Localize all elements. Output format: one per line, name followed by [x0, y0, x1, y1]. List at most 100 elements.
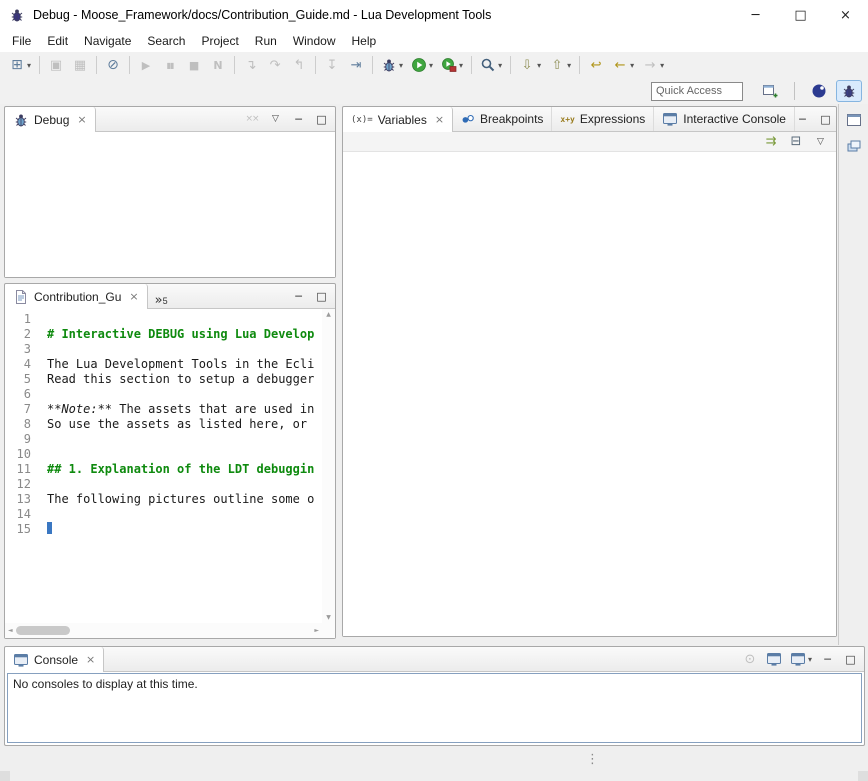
- tab-breakpoints[interactable]: Breakpoints: [453, 107, 552, 131]
- resume-button[interactable]: ▶: [135, 53, 157, 77]
- next-annotation-button[interactable]: ⇩▾: [516, 53, 544, 77]
- maximize-button[interactable]: □: [778, 0, 823, 30]
- use-step-filters-button[interactable]: ⇥: [345, 53, 367, 77]
- open-perspective-icon: [762, 83, 778, 99]
- close-button[interactable]: ×: [823, 0, 868, 30]
- open-perspective-button[interactable]: [757, 80, 783, 102]
- dropdown-icon[interactable]: ▾: [660, 61, 664, 70]
- search-button[interactable]: ▾: [477, 53, 505, 77]
- save-button[interactable]: ▣: [45, 53, 67, 77]
- hidden-editors-button[interactable]: »5: [148, 284, 175, 308]
- run-button[interactable]: ▾: [408, 53, 436, 77]
- variables-tabs: (x)=Variables×Breakpointsx+yExpressionsI…: [343, 107, 795, 131]
- dropdown-icon[interactable]: ▾: [399, 61, 403, 70]
- dropdown-icon[interactable]: ▾: [537, 61, 541, 70]
- dropdown-icon[interactable]: ▾: [27, 61, 31, 70]
- remove-all-terminated-button[interactable]: ××: [244, 109, 260, 129]
- resize-grip-right[interactable]: [858, 771, 868, 781]
- collapse-all-icon: ⊟: [788, 134, 804, 149]
- maximize-view-button[interactable]: □: [314, 286, 329, 306]
- maximize-view-button[interactable]: □: [843, 649, 858, 669]
- scroll-left-icon[interactable]: ◄: [8, 627, 13, 634]
- minimize-button[interactable]: ─: [733, 0, 778, 30]
- dropdown-icon[interactable]: ▾: [630, 61, 634, 70]
- menu-file[interactable]: File: [4, 32, 39, 50]
- status-bar-grip[interactable]: ⋮: [586, 752, 599, 767]
- view-menu-button[interactable]: ▽: [813, 132, 828, 152]
- editor-vertical-scrollbar[interactable]: ▲ ▼: [322, 309, 335, 623]
- menu-navigate[interactable]: Navigate: [76, 32, 139, 50]
- code-line-7: **Note:** The assets that are used in: [47, 402, 322, 417]
- quick-access-input[interactable]: [651, 82, 743, 101]
- disconnect-button[interactable]: N: [207, 53, 229, 77]
- menu-project[interactable]: Project: [193, 32, 246, 50]
- maximize-view-button[interactable]: □: [818, 109, 833, 129]
- maximize-view-button[interactable]: □: [314, 109, 329, 129]
- dropdown-icon[interactable]: ▾: [808, 655, 812, 664]
- hidden-editors-count: 5: [163, 296, 168, 306]
- back-button[interactable]: ←▾: [609, 53, 637, 77]
- menu-window[interactable]: Window: [285, 32, 344, 50]
- resize-grip-left[interactable]: [0, 771, 10, 781]
- scrollbar-thumb[interactable]: [16, 626, 70, 635]
- new-wizard-button[interactable]: ⊞▾: [6, 53, 34, 77]
- collapse-all-button[interactable]: ⊟: [788, 132, 804, 152]
- scroll-up-icon[interactable]: ▲: [326, 311, 331, 318]
- scroll-right-icon[interactable]: ►: [314, 627, 319, 634]
- perspective-switcher: [757, 80, 862, 102]
- tab-debug[interactable]: Debug×: [5, 107, 96, 132]
- suspend-button[interactable]: ▮▮: [159, 53, 181, 77]
- view-menu-button[interactable]: ▽: [268, 109, 283, 129]
- save-all-button[interactable]: ▦: [69, 53, 91, 77]
- display-selected-console-button[interactable]: [766, 649, 782, 669]
- dropdown-icon[interactable]: ▾: [498, 61, 502, 70]
- terminate-button[interactable]: ■: [183, 53, 205, 77]
- debug-perspective-button[interactable]: [836, 80, 862, 102]
- minimize-view-button[interactable]: ─: [291, 286, 306, 306]
- lua-perspective-button[interactable]: [806, 80, 832, 102]
- open-console-button[interactable]: ▾: [790, 649, 812, 669]
- minimize-view-button[interactable]: ─: [795, 109, 810, 129]
- next-annotation-icon: ⇩: [519, 58, 535, 73]
- pin-console-icon: ⊙: [742, 652, 758, 667]
- last-edit-location-button[interactable]: ↩: [585, 53, 607, 77]
- step-over-button[interactable]: ↷: [264, 53, 286, 77]
- app-icon: [9, 7, 25, 23]
- close-tab-icon[interactable]: ×: [86, 653, 95, 666]
- menu-run[interactable]: Run: [247, 32, 285, 50]
- minimized-view-2-button[interactable]: [843, 135, 865, 157]
- menu-help[interactable]: Help: [344, 32, 385, 50]
- editor-code[interactable]: # Interactive DEBUG using Lua DevelopThe…: [39, 309, 322, 623]
- tab-interactive-console[interactable]: Interactive Console: [654, 107, 795, 131]
- editor-gutter: 123456789101112131415: [5, 309, 39, 623]
- tab-expressions[interactable]: x+yExpressions: [552, 107, 654, 131]
- minimized-view-1-button[interactable]: [843, 109, 865, 131]
- drop-to-frame-button[interactable]: ↧: [321, 53, 343, 77]
- close-tab-icon[interactable]: ×: [129, 290, 138, 303]
- pin-console-button[interactable]: ⊙: [742, 649, 758, 669]
- minimize-view-button[interactable]: ─: [291, 109, 306, 129]
- forward-button[interactable]: →▾: [639, 53, 667, 77]
- debug-view-toolbar: ×× ▽ ─ □: [244, 107, 335, 131]
- external-tools-button[interactable]: ▾: [438, 53, 466, 77]
- editor-text-area[interactable]: 123456789101112131415 # Interactive DEBU…: [5, 309, 322, 623]
- editor-horizontal-scrollbar[interactable]: ◄ ►: [5, 623, 322, 638]
- step-return-button[interactable]: ↰: [288, 53, 310, 77]
- step-into-button[interactable]: ↴: [240, 53, 262, 77]
- dropdown-icon[interactable]: ▾: [567, 61, 571, 70]
- close-tab-icon[interactable]: ×: [77, 113, 86, 126]
- tab-variables[interactable]: (x)=Variables×: [343, 107, 453, 132]
- tab-contribution-gu[interactable]: Contribution_Gu×: [5, 284, 148, 309]
- skip-all-breakpoints-button[interactable]: ⊘: [102, 53, 124, 77]
- debug-button[interactable]: ▾: [378, 53, 406, 77]
- minimize-view-button[interactable]: ─: [820, 649, 835, 669]
- menu-edit[interactable]: Edit: [39, 32, 76, 50]
- show-logical-structure-button[interactable]: ⇉: [763, 132, 779, 152]
- dropdown-icon[interactable]: ▾: [459, 61, 463, 70]
- close-tab-icon[interactable]: ×: [435, 113, 444, 126]
- previous-annotation-button[interactable]: ⇧▾: [546, 53, 574, 77]
- scroll-down-icon[interactable]: ▼: [326, 614, 331, 621]
- tab-console[interactable]: Console×: [5, 647, 104, 672]
- dropdown-icon[interactable]: ▾: [429, 61, 433, 70]
- menu-search[interactable]: Search: [139, 32, 193, 50]
